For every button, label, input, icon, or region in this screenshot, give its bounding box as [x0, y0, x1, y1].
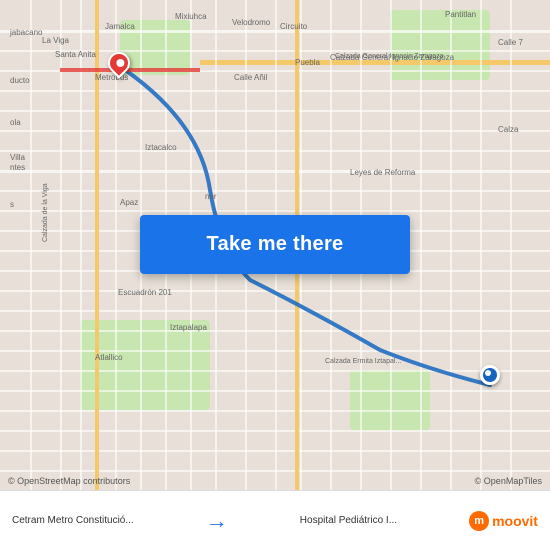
road-v-16 — [450, 0, 452, 490]
label-escuadron: Escuadrón 201 — [118, 288, 172, 297]
origin-marker — [108, 52, 130, 80]
destination-circle-inner — [485, 370, 491, 376]
destination-marker — [480, 365, 500, 385]
label-puebla: Puebla — [295, 58, 320, 67]
road-v-15 — [420, 0, 422, 490]
label-santa-anita: Santa Anita — [55, 50, 96, 59]
road-v-18 — [510, 0, 512, 490]
road-v-17 — [480, 0, 482, 490]
bottom-bar-destination: Hospital Pediátrico I... — [300, 514, 397, 527]
label-iztapalapa: Iztapalapa — [170, 323, 207, 332]
map-container: Jamalca Mixiuhca Velodromo Circuito jaba… — [0, 0, 550, 490]
label-mixiuhca: Mixiuhca — [175, 12, 207, 21]
label-calzada-ermita: Calzada Ermita Iztapal... — [325, 358, 401, 365]
arrow-icon: → — [206, 508, 228, 534]
label-zaragoza2: Calzada General Ignacio Zaragoza — [335, 53, 444, 60]
destination-circle — [480, 365, 500, 385]
moovit-logo: m moovit — [469, 511, 538, 531]
road-v-2 — [60, 0, 62, 490]
road-v-1 — [30, 0, 32, 490]
origin-pin-body — [103, 47, 134, 78]
label-villa: Villa — [10, 153, 25, 162]
label-calzada-viga: Calzada de la Viga — [42, 183, 49, 242]
moovit-text: moovit — [492, 513, 538, 529]
attribution-right: © OpenMapTiles — [475, 476, 542, 486]
label-calle7: Calle 7 — [498, 38, 523, 47]
origin-pin-dot — [116, 59, 124, 67]
label-nor: nor — [205, 192, 217, 201]
road-v-3 — [80, 0, 82, 490]
bottom-bar: Cetram Metro Constitució... → Hospital P… — [0, 490, 550, 550]
label-jabacano: jabacano — [10, 28, 42, 37]
label-ola: ola — [10, 118, 21, 127]
label-circuito: Circuito — [280, 22, 307, 31]
attribution-left: © OpenStreetMap contributors — [8, 476, 130, 486]
label-ducto: ducto — [10, 76, 30, 85]
label-pantitlan: Pantitlan — [445, 10, 476, 19]
label-s: s — [10, 200, 14, 209]
label-ntes: ntes — [10, 163, 25, 172]
label-iztacalco: Iztacalco — [145, 143, 177, 152]
label-jamalca: Jamalca — [105, 22, 135, 31]
moovit-icon: m — [469, 511, 489, 531]
label-la-viga: La Viga — [42, 36, 69, 45]
origin-text: Cetram Metro Constitució... — [12, 514, 134, 527]
label-calza: Calza — [498, 125, 518, 134]
label-velodromo: Velodromo — [232, 18, 270, 27]
label-apaz: Apaz — [120, 198, 138, 207]
label-atlallico: Atlallico — [95, 353, 123, 362]
label-leyes: Leyes de Reforma — [350, 168, 415, 177]
destination-text: Hospital Pediátrico I... — [300, 514, 397, 527]
label-calle-anil: Calle Añil — [234, 73, 267, 82]
bottom-bar-origin: Cetram Metro Constitució... — [12, 514, 134, 527]
take-me-there-button[interactable]: Take me there — [140, 215, 410, 274]
